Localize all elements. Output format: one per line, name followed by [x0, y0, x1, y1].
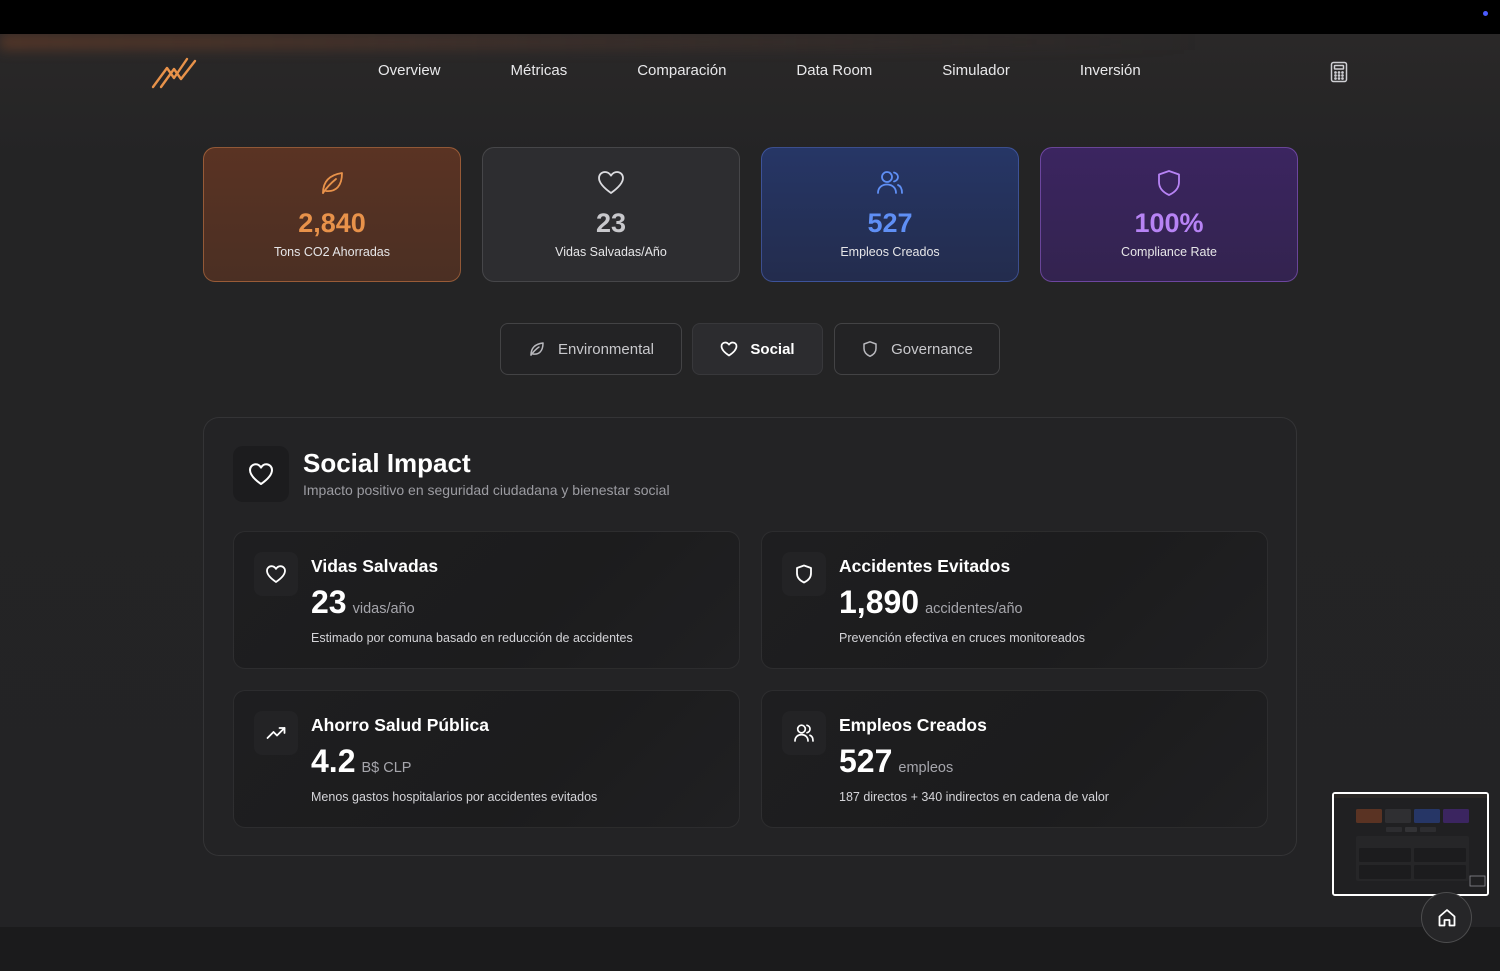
- metric-title: Ahorro Salud Pública: [311, 715, 489, 735]
- brand-logo[interactable]: [150, 56, 198, 90]
- users-icon: [877, 171, 903, 194]
- panel-subtitle: Impacto positivo en seguridad ciudadana …: [303, 482, 670, 498]
- metric-unit: B$ CLP: [361, 760, 412, 776]
- metric-value-row: 23 vidas/año: [311, 584, 415, 621]
- tab-label: Social: [750, 340, 795, 358]
- stat-label: Tons CO2 Ahorradas: [273, 245, 391, 259]
- stat-value: 100%: [1134, 208, 1204, 238]
- home-icon: [1438, 908, 1455, 926]
- heart-icon: [249, 463, 273, 485]
- nav-item-overview[interactable]: Overview: [343, 62, 476, 84]
- status-dot: [1483, 11, 1488, 16]
- metric-unit: vidas/año: [352, 601, 415, 617]
- shield-icon: [863, 341, 877, 358]
- page-minimap[interactable]: [1332, 792, 1489, 896]
- panel-icon-box: [233, 446, 289, 502]
- metric-icon-box: [782, 552, 826, 596]
- metric-card-empleos: Empleos Creados 527 empleos 187 directos …: [761, 690, 1268, 828]
- metric-unit: accidentes/año: [925, 601, 1023, 617]
- stat-value: 527: [867, 208, 913, 238]
- tab-label: Environmental: [558, 340, 654, 358]
- metric-title: Empleos Creados: [839, 715, 987, 735]
- heart-icon: [598, 171, 624, 194]
- leaf-icon: [322, 172, 343, 194]
- metric-icon-box: [254, 711, 298, 755]
- stat-value: 2,840: [298, 208, 366, 238]
- metric-description: Menos gastos hospitalarios por accidente…: [311, 790, 598, 804]
- calculator-icon[interactable]: [1329, 61, 1349, 83]
- metric-description: Prevención efectiva en cruces monitoread…: [839, 631, 1085, 645]
- heart-icon: [266, 565, 286, 583]
- stat-label: Vidas Salvadas/Año: [555, 245, 667, 259]
- metric-value: 1,890: [839, 584, 920, 620]
- tab-environmental[interactable]: Environmental: [500, 323, 682, 375]
- shield-icon: [796, 564, 812, 584]
- nav-links: Overview Métricas Comparación Data Room …: [343, 62, 1176, 84]
- home-button[interactable]: [1421, 892, 1472, 943]
- trending-up-icon: [266, 727, 286, 739]
- metric-description: 187 directos + 340 indirectos en cadena …: [839, 790, 1109, 804]
- system-top-bar: [0, 0, 1500, 34]
- metric-card-accidentes: Accidentes Evitados 1,890 accidentes/año …: [761, 531, 1268, 669]
- panel-title: Social Impact: [303, 448, 471, 478]
- shield-icon: [1158, 170, 1180, 196]
- app-window: Overview Métricas Comparación Data Room …: [0, 34, 1500, 927]
- bottom-strip: [0, 927, 1500, 971]
- nav-item-simulador[interactable]: Simulador: [907, 62, 1045, 84]
- metric-value-row: 527 empleos: [839, 743, 953, 780]
- stat-card-lives: 23 Vidas Salvadas/Año: [482, 147, 740, 282]
- metric-description: Estimado por comuna basado en reducción …: [311, 631, 633, 645]
- metric-icon-box: [782, 711, 826, 755]
- stat-value: 23: [595, 208, 627, 238]
- nav-item-inversion[interactable]: Inversión: [1045, 62, 1176, 84]
- nav-item-comparacion[interactable]: Comparación: [602, 62, 761, 84]
- metric-value: 23: [311, 584, 347, 620]
- metric-value-row: 4.2 B$ CLP: [311, 743, 411, 780]
- metric-unit: empleos: [898, 760, 954, 776]
- stat-card-co2: 2,840 Tons CO2 Ahorradas: [203, 147, 461, 282]
- stat-label: Compliance Rate: [1121, 245, 1217, 259]
- metric-card-vidas: Vidas Salvadas 23 vidas/año Estimado por …: [233, 531, 740, 669]
- metric-title: Accidentes Evitados: [839, 556, 1011, 576]
- nav-item-metricas[interactable]: Métricas: [476, 62, 603, 84]
- social-impact-panel: Social Impact Impacto positivo en seguri…: [203, 417, 1297, 856]
- stat-card-compliance: 100% Compliance Rate: [1040, 147, 1298, 282]
- top-navigation: Overview Métricas Comparación Data Room …: [0, 34, 1500, 110]
- tab-social[interactable]: Social: [692, 323, 823, 375]
- tab-label: Governance: [891, 340, 973, 358]
- metric-title: Vidas Salvadas: [311, 556, 439, 576]
- tab-governance[interactable]: Governance: [834, 323, 1000, 375]
- metric-value: 527: [839, 743, 893, 779]
- stat-card-jobs: 527 Empleos Creados: [761, 147, 1019, 282]
- nav-item-data-room[interactable]: Data Room: [761, 62, 907, 84]
- users-icon: [794, 724, 814, 742]
- minimap-preview: [1334, 794, 1487, 894]
- metric-value: 4.2: [311, 743, 356, 779]
- metric-icon-box: [254, 552, 298, 596]
- leaf-icon: [530, 342, 544, 356]
- metric-card-ahorro-salud: Ahorro Salud Pública 4.2 B$ CLP Menos gas…: [233, 690, 740, 828]
- stat-label: Empleos Creados: [840, 245, 940, 259]
- metric-value-row: 1,890 accidentes/año: [839, 584, 1023, 621]
- heart-icon: [721, 341, 738, 357]
